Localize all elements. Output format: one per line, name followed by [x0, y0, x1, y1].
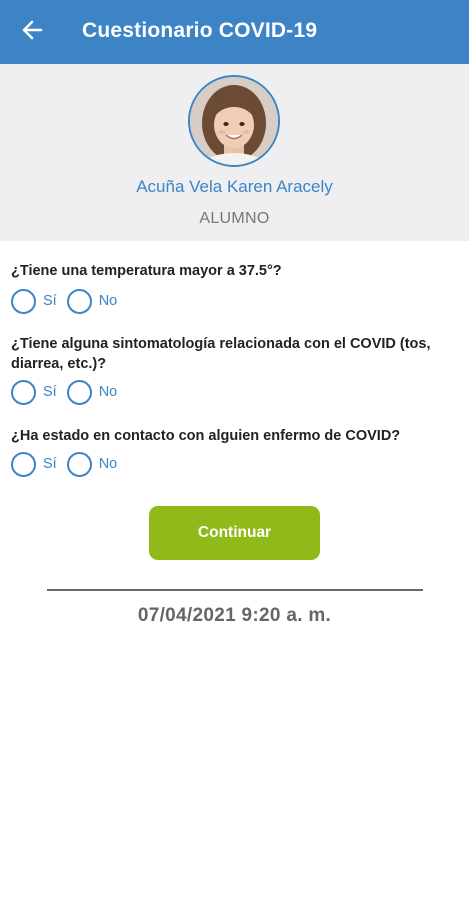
option-label: No — [98, 456, 118, 472]
radio-button[interactable] — [66, 288, 92, 314]
app-bar: Cuestionario COVID-19 — [0, 0, 469, 64]
radio-button[interactable] — [66, 379, 92, 405]
avatar — [188, 75, 280, 167]
option-label: No — [98, 384, 118, 400]
arrow-left-icon — [22, 20, 43, 40]
option-no[interactable]: No — [66, 288, 122, 314]
option-label: Sí — [43, 456, 57, 472]
option-yes[interactable]: Sí — [11, 288, 61, 314]
option-label: No — [98, 293, 118, 309]
student-role: ALUMNO — [199, 210, 270, 227]
continue-button[interactable]: Continuar — [149, 506, 320, 560]
option-no[interactable]: No — [66, 379, 122, 405]
divider — [47, 589, 423, 591]
page-title: Cuestionario COVID-19 — [82, 19, 318, 42]
option-label: Sí — [43, 293, 57, 309]
question-temperature-options: Sí No — [11, 288, 127, 314]
radio-button[interactable] — [11, 288, 36, 314]
option-no[interactable]: No — [66, 451, 122, 477]
student-name: Acuña Vela Karen Aracely — [136, 177, 333, 196]
radio-button[interactable] — [11, 451, 36, 477]
profile-section: Acuña Vela Karen Aracely ALUMNO — [0, 64, 469, 241]
question-temperature: ¿Tiene una temperatura mayor a 37.5°? — [11, 263, 282, 279]
timestamp: 07/04/2021 9:20 a. m. — [137, 605, 332, 626]
radio-button[interactable] — [66, 451, 92, 477]
option-yes[interactable]: Sí — [11, 379, 61, 405]
radio-button[interactable] — [11, 379, 36, 405]
option-yes[interactable]: Sí — [11, 451, 61, 477]
student-photo — [190, 77, 278, 165]
question-contact: ¿Ha estado en contacto con alguien enfer… — [11, 428, 401, 444]
back-button[interactable] — [18, 16, 46, 44]
question-contact-options: Sí No — [11, 451, 127, 477]
question-symptoms-options: Sí No — [11, 379, 127, 405]
option-label: Sí — [43, 384, 57, 400]
question-symptoms: ¿Tiene alguna sintomatología relacionada… — [11, 336, 431, 372]
